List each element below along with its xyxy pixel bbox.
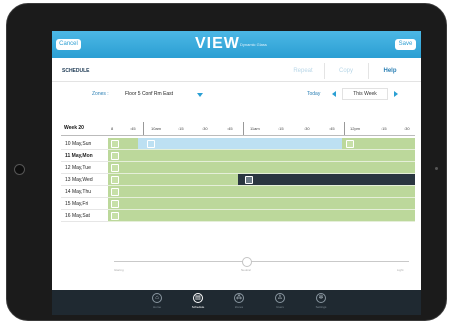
day-label: 16 May,Sat <box>61 210 108 222</box>
save-button[interactable]: Save <box>395 39 416 50</box>
schedule-toolbar: SCHEDULE Repeat Copy Help <box>52 60 421 82</box>
day-label: 11 May,Mon <box>61 150 108 162</box>
grid-header: Week 20 8 :45 10am :15 :30 :45 11am :15 … <box>61 122 415 136</box>
slider-max-label: Light <box>397 268 404 272</box>
app-screen: Cancel VIEW Dynamic Glass Save SCHEDULE … <box>52 31 421 315</box>
day-label: 13 May,Wed <box>61 174 108 186</box>
slider-mid-label: Neutral <box>241 268 251 272</box>
logo-subtitle: Dynamic Glass <box>240 42 267 47</box>
home-button <box>14 164 25 175</box>
tab-label: Zones <box>234 305 244 309</box>
schedule-segment[interactable] <box>138 138 342 149</box>
time-tick: 8 <box>111 126 114 131</box>
day-label: 12 May,Tue <box>61 162 108 174</box>
hour-marker <box>143 122 144 135</box>
time-tick: 11am <box>250 126 260 131</box>
day-label: 14 May,Thu <box>61 186 108 198</box>
schedule-node[interactable] <box>111 188 119 196</box>
zones-label: Zones : <box>92 91 109 97</box>
time-tick: :30 <box>304 126 310 131</box>
help-button[interactable]: Help <box>372 65 408 77</box>
time-tick: :45 <box>130 126 136 131</box>
divider <box>368 63 369 79</box>
slider-track[interactable] <box>114 261 409 262</box>
zones-icon: ⁂ <box>234 293 244 303</box>
schedule-row[interactable] <box>108 198 415 210</box>
cancel-button[interactable]: Cancel <box>56 39 81 50</box>
tint-slider[interactable]: Glaring Neutral Light <box>114 257 409 277</box>
time-tick: :30 <box>202 126 208 131</box>
time-tick: :45 <box>227 126 233 131</box>
schedule-heading: SCHEDULE <box>62 68 90 74</box>
schedule-node[interactable] <box>111 200 119 208</box>
tab-label: Schedule <box>191 305 205 309</box>
schedule-row[interactable] <box>108 186 415 198</box>
tablet-frame: Cancel VIEW Dynamic Glass Save SCHEDULE … <box>6 3 447 321</box>
tab-home[interactable]: ⌂ Home <box>144 291 170 314</box>
schedule-row[interactable] <box>108 150 415 162</box>
schedule-segment[interactable] <box>238 174 415 185</box>
slider-knob[interactable] <box>242 257 252 267</box>
time-tick: :15 <box>381 126 387 131</box>
zone-select[interactable]: Floor 5 Conf Rm East <box>125 91 173 97</box>
time-tick: :45 <box>329 126 335 131</box>
schedule-node[interactable] <box>111 140 119 148</box>
week-label: Week 20 <box>64 125 84 131</box>
schedule-row[interactable] <box>108 174 415 186</box>
time-tick: :15 <box>278 126 284 131</box>
tab-label: Home <box>152 305 161 309</box>
schedule-row[interactable] <box>108 138 415 150</box>
schedule-icon: ▤ <box>193 293 203 303</box>
home-icon: ⌂ <box>152 293 162 303</box>
time-tick: 10am <box>151 126 162 131</box>
hour-marker <box>344 122 345 135</box>
tab-users[interactable]: ♙ Users <box>267 291 293 314</box>
header-divider <box>61 135 415 136</box>
view-logo: VIEW <box>195 35 240 52</box>
schedule-node[interactable] <box>245 176 253 184</box>
tab-schedule[interactable]: ▤ Schedule <box>185 291 211 314</box>
day-label: 15 May,Fri <box>61 198 108 210</box>
schedule-node[interactable] <box>147 140 155 148</box>
time-tick: :30 <box>404 126 410 131</box>
schedule-node[interactable] <box>111 176 119 184</box>
user-icon: ♙ <box>275 293 285 303</box>
schedule-row[interactable] <box>108 210 415 222</box>
time-tick: 12pm <box>350 126 361 131</box>
week-selector[interactable]: This Week <box>342 88 388 100</box>
chevron-down-icon[interactable] <box>197 93 203 97</box>
gear-icon: ✲ <box>316 293 326 303</box>
schedule-node[interactable] <box>111 164 119 172</box>
schedule-row[interactable] <box>108 162 415 174</box>
tab-zones[interactable]: ⁂ Zones <box>226 291 252 314</box>
top-bar: Cancel VIEW Dynamic Glass Save <box>52 31 421 58</box>
filter-row: Zones : Floor 5 Conf Rm East Today This … <box>52 86 421 104</box>
tab-label: Users <box>276 305 284 309</box>
hour-marker <box>243 122 244 135</box>
time-tick: :15 <box>178 126 184 131</box>
slider-min-label: Glaring <box>114 268 124 272</box>
tab-settings[interactable]: ✲ Settings <box>308 291 334 314</box>
tab-label: Settings <box>315 305 327 309</box>
next-week-icon[interactable] <box>394 91 398 97</box>
schedule-node[interactable] <box>111 212 119 220</box>
divider <box>324 63 325 79</box>
prev-week-icon[interactable] <box>332 91 336 97</box>
schedule-node[interactable] <box>346 140 354 148</box>
day-label: 10 May,Sun <box>61 138 108 150</box>
repeat-button[interactable]: Repeat <box>285 65 321 77</box>
copy-button[interactable]: Copy <box>328 65 364 77</box>
schedule-node[interactable] <box>111 152 119 160</box>
today-button[interactable]: Today <box>307 91 320 97</box>
camera-dot <box>435 167 438 170</box>
tab-bar: ⌂ Home ▤ Schedule ⁂ Zones ♙ Users ✲ Sett… <box>52 290 421 315</box>
